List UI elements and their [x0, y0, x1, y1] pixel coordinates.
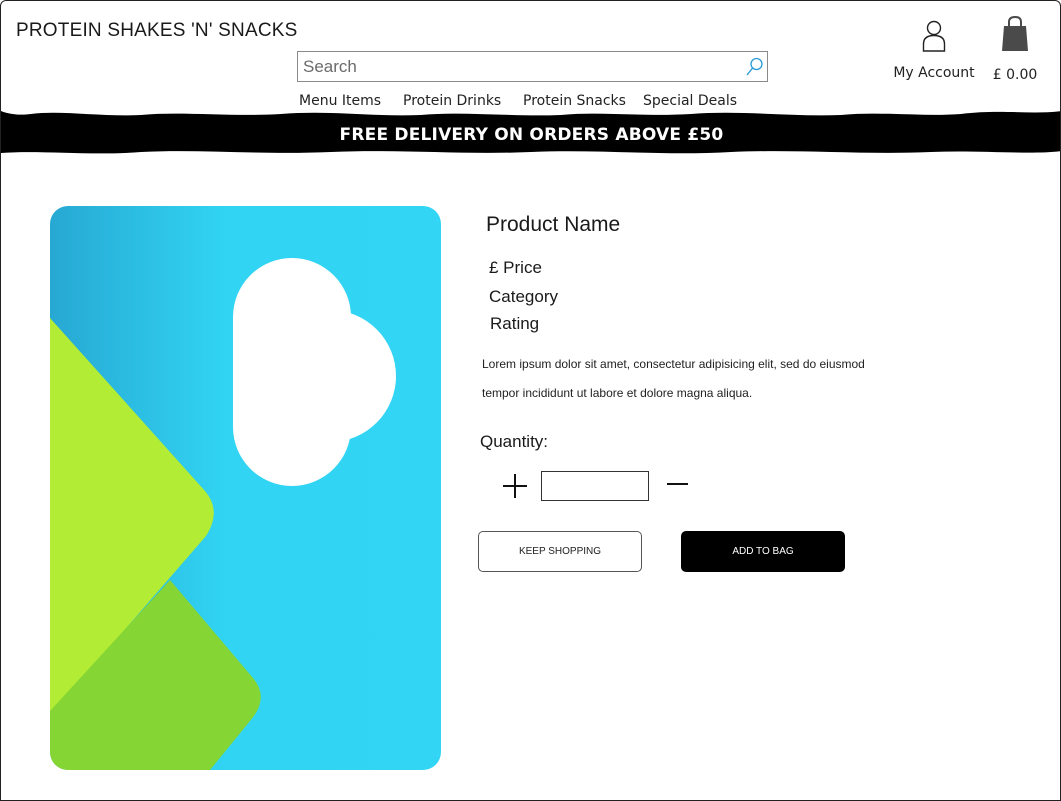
- product-description-line-2: tempor incididunt ut labore et dolore ma…: [482, 386, 753, 400]
- plus-icon[interactable]: [501, 472, 529, 500]
- my-account-link[interactable]: My Account: [893, 19, 975, 81]
- minus-icon[interactable]: [664, 472, 692, 498]
- cart-total: £ 0.00: [992, 67, 1038, 83]
- product-description-line-1: Lorem ipsum dolor sit amet, consectetur …: [482, 357, 865, 371]
- keep-shopping-button[interactable]: KEEP SHOPPING: [478, 531, 642, 572]
- store-name[interactable]: PROTEIN SHAKES 'N' SNACKS: [16, 20, 297, 42]
- user-icon: [922, 20, 946, 52]
- search-icon[interactable]: [745, 56, 765, 78]
- page-frame: PROTEIN SHAKES 'N' SNACKS Menu Items Pro…: [0, 0, 1061, 801]
- product-price: £ Price: [489, 258, 542, 277]
- my-account-label: My Account: [893, 65, 975, 81]
- quantity-input[interactable]: [541, 471, 649, 501]
- search-bar: [297, 51, 768, 82]
- product-category: Category: [489, 287, 558, 306]
- search-input[interactable]: [298, 52, 738, 81]
- quantity-label: Quantity:: [480, 432, 549, 451]
- product-image: [50, 206, 441, 770]
- product-rating: Rating: [490, 314, 540, 333]
- add-to-bag-button[interactable]: ADD TO BAG: [681, 531, 845, 572]
- cart-link[interactable]: £ 0.00: [985, 15, 1045, 83]
- product-name: Product Name: [486, 213, 621, 236]
- delivery-banner-text: FREE DELIVERY ON ORDERS ABOVE £50: [339, 125, 724, 145]
- shopping-bag-icon: [1002, 15, 1028, 51]
